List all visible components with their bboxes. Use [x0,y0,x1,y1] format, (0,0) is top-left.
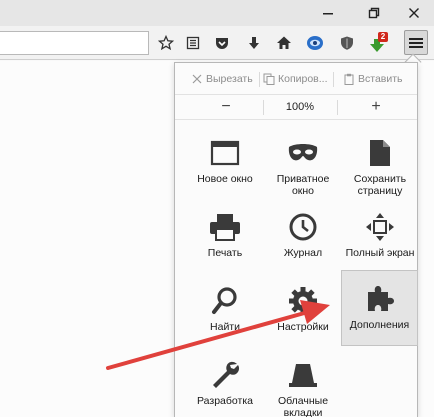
paste-button[interactable]: Вставить [343,67,415,91]
copy-icon [263,73,275,85]
minimize-button[interactable] [308,0,348,26]
address-bar[interactable] [0,31,149,55]
tile-label: Сохранить страницу [353,173,407,197]
tile-new-window[interactable]: Новое окно [186,129,264,201]
copy-label: Копиров... [278,73,328,85]
notification-badge: 2 [380,32,386,41]
pocket-icon [216,38,228,49]
download-arrow-icon [249,37,259,49]
puzzle-piece-icon [367,286,394,311]
star-icon [158,35,174,51]
tile-print[interactable]: Печать [186,203,264,275]
shield-extension-button[interactable] [337,34,357,52]
blue-eye-icon [307,36,323,50]
tile-label: Печать [207,247,243,259]
pocket-button[interactable] [212,34,232,52]
tile-find[interactable]: Найти [186,277,264,349]
tile-label: Настройки [277,321,329,333]
wrench-icon [213,361,240,388]
tile-options[interactable]: Настройки [264,277,342,349]
edit-separator [333,72,334,87]
clipboard-icon [344,73,354,85]
home-icon [277,36,291,49]
open-menu-button[interactable] [404,30,428,55]
cut-label: Вырезать [206,73,253,85]
tile-private-window[interactable]: Приватное окно [264,129,342,201]
title-bar [0,0,434,26]
tile-label: Найти [210,321,240,333]
zoom-reset-button[interactable]: 100% [265,95,335,119]
mask-icon [288,144,318,161]
tile-developer[interactable]: Разработка [186,351,264,417]
tile-history[interactable]: Журнал [264,203,342,275]
bookmarks-menu-button[interactable] [183,34,203,52]
tile-fullscreen[interactable]: Полный экран [341,203,419,275]
tile-label: Журнал [283,247,323,259]
downloads-button[interactable] [244,34,264,52]
paste-label: Вставить [358,73,403,85]
tile-label: Приватное окно [276,173,330,197]
scissors-icon [192,74,202,84]
close-icon [409,8,419,18]
bookmarks-list-icon [186,36,200,50]
zoom-out-button[interactable]: − [191,95,261,119]
tile-label: Полный экран [345,247,415,259]
tile-label: Новое окно [197,173,253,185]
tile-cloud-tabs[interactable]: Облачные вкладки [264,351,342,417]
minimize-icon [323,13,333,15]
printer-icon [210,214,240,241]
tile-addons[interactable]: Дополнения [341,270,418,346]
restore-icon [368,7,380,19]
hamburger-menu-icon [409,37,423,48]
tile-label: Дополнения [349,319,410,331]
grid-separator [175,119,417,120]
zoom-separator [263,100,264,115]
close-window-button[interactable] [394,0,434,26]
addon-notification-button[interactable]: 2 [368,31,390,55]
shield-icon [341,36,353,50]
fullscreen-arrows-icon [366,213,394,241]
edit-controls-row: Вырезать Копиров... Вставить [175,67,417,91]
zoom-controls-row: − 100% + [175,94,417,118]
home-button[interactable] [274,34,294,52]
cloud-tab-icon [289,364,317,387]
gear-icon [289,287,317,315]
clock-icon [289,213,317,241]
main-menu-panel: Вырезать Копиров... Вставить − 100% + Но… [174,62,418,417]
document-icon [370,140,390,166]
zoom-separator [337,100,338,115]
bookmark-star-button[interactable] [156,34,176,52]
tile-label: Разработка [197,395,253,407]
sync-extension-button[interactable] [305,34,325,52]
zoom-in-button[interactable]: + [341,95,411,119]
navigation-toolbar: 2 [0,26,434,60]
new-window-icon [210,140,240,166]
magnifier-icon [212,287,237,314]
tile-save-page[interactable]: Сохранить страницу [341,129,419,201]
edit-separator [259,72,260,87]
copy-button[interactable]: Копиров... [263,67,329,91]
restore-button[interactable] [354,0,394,26]
tile-label: Облачные вкладки [277,395,329,417]
cut-button[interactable]: Вырезать [191,67,259,91]
